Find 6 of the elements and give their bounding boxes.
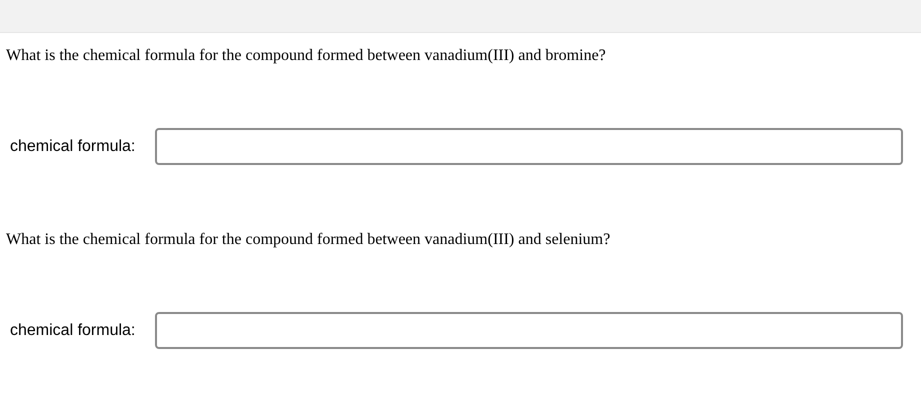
field-label: chemical formula:	[9, 138, 136, 156]
question-text: What is the chemical formula for the compound formed between vanadium(III) and selenium?	[6, 230, 612, 250]
answer-field[interactable]	[155, 128, 903, 165]
field-label: chemical formula:	[9, 322, 136, 340]
answer-field[interactable]	[155, 312, 903, 349]
question-text: What is the chemical formula for the compound formed between vanadium(III) and bromine?	[6, 46, 607, 66]
